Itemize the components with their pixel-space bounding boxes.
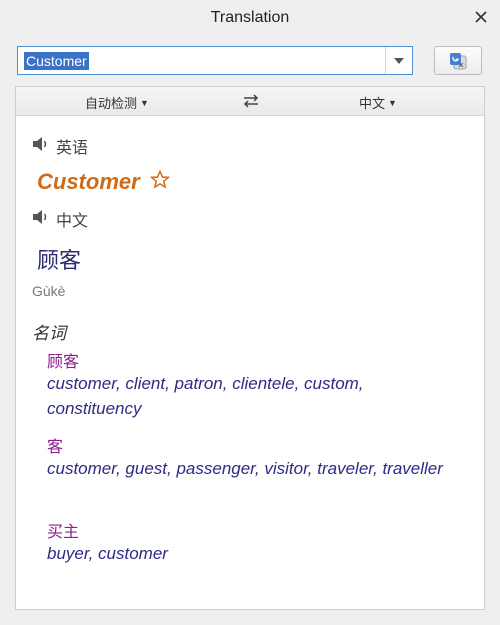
sense-term: 买主: [47, 524, 80, 541]
close-button[interactable]: [470, 6, 492, 28]
sense-term: 客: [47, 439, 64, 456]
source-language-row: 英语: [32, 134, 88, 158]
sense-synonyms: buyer, customer: [47, 544, 168, 563]
search-combobox[interactable]: Customer: [17, 46, 413, 75]
source-word: Customer: [37, 169, 140, 194]
swap-icon: [243, 94, 259, 108]
source-speaker-button[interactable]: [32, 136, 50, 157]
results-panel: 自动检测 ▼ 中文 ▼ 英语 Customer 中文 顾客 Gùkè 名词 顾客…: [15, 86, 485, 610]
speaker-icon: [33, 209, 47, 224]
dropdown-arrow-icon: [394, 57, 404, 64]
swap-languages-button[interactable]: [242, 94, 260, 113]
translated-word: 顾客: [37, 248, 82, 273]
pinyin: Gùkè: [32, 283, 66, 299]
target-language-select[interactable]: 中文 ▼: [359, 93, 397, 112]
target-language-label: 中文: [359, 96, 386, 111]
target-language-name: 中文: [56, 213, 89, 230]
chevron-down-icon: ▼: [388, 97, 397, 108]
source-word-row: Customer: [37, 169, 170, 195]
search-input[interactable]: Customer: [24, 52, 89, 70]
window-title: Translation: [210, 9, 290, 26]
title-bar: Translation: [0, 0, 500, 36]
favorite-star-icon: [149, 169, 170, 189]
speaker-icon: [33, 136, 47, 151]
translate-icon: [450, 52, 467, 69]
sense-synonyms: customer, client, patron, clientele, cus…: [47, 374, 364, 418]
target-language-row: 中文: [32, 207, 88, 231]
source-language-select[interactable]: 自动检测 ▼: [85, 93, 149, 112]
target-speaker-button[interactable]: [32, 209, 50, 230]
chevron-down-icon: ▼: [140, 97, 149, 108]
close-icon: [475, 11, 487, 23]
source-language-label: 自动检测: [85, 96, 138, 111]
source-language-name: 英语: [56, 140, 89, 157]
part-of-speech: 名词: [32, 324, 66, 343]
sense-term: 顾客: [47, 354, 80, 371]
history-dropdown-button[interactable]: [385, 47, 412, 74]
language-bar: 自动检测 ▼ 中文 ▼: [16, 87, 484, 116]
translate-button[interactable]: [434, 46, 482, 75]
sense-synonyms: customer, guest, passenger, visitor, tra…: [47, 459, 443, 478]
favorite-button[interactable]: [149, 169, 170, 195]
